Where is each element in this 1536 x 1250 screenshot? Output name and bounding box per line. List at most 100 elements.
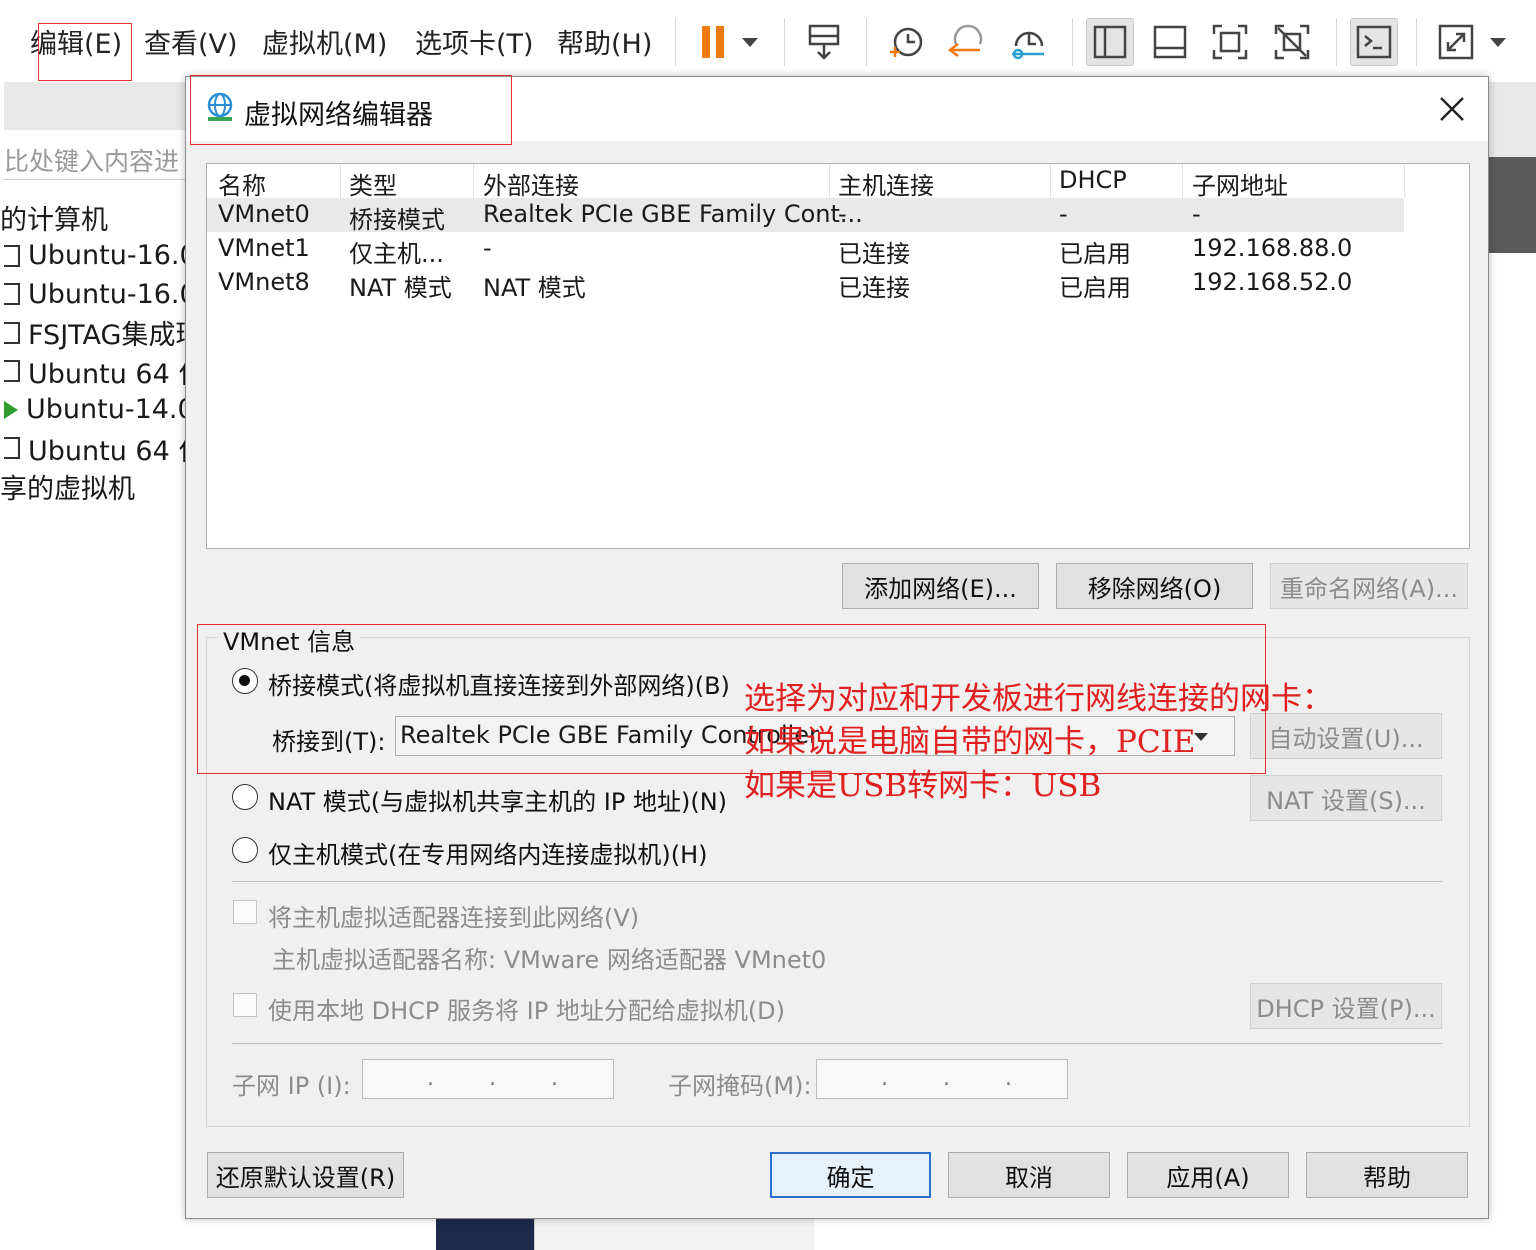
console-icon[interactable]	[1350, 18, 1398, 66]
column-header-type[interactable]: 类型	[349, 166, 397, 201]
sidebar-view-icon[interactable]	[1086, 18, 1134, 66]
column-header-name[interactable]: 名称	[218, 166, 266, 201]
thumbnail-view-icon[interactable]	[1146, 18, 1194, 66]
cell-type: 桥接模式	[349, 206, 445, 234]
annotation-box	[38, 23, 132, 81]
close-icon[interactable]	[1436, 93, 1468, 125]
cell-external: -	[483, 234, 492, 262]
library-item[interactable]: FSJTAG集成环	[0, 314, 186, 353]
cell-dhcp: -	[1059, 200, 1068, 228]
send-keys-icon[interactable]	[800, 18, 848, 66]
vm-icon	[4, 244, 20, 267]
library-search-input[interactable]: 比处键入内容进	[4, 140, 190, 180]
library-header	[4, 82, 190, 130]
pause-icon[interactable]	[688, 18, 736, 66]
use-dhcp-label: 使用本地 DHCP 服务将 IP 地址分配给虚拟机(D)	[268, 997, 786, 1025]
cell-type: 仅主机...	[349, 240, 444, 268]
background-panel	[436, 1218, 534, 1250]
toolbar-separator	[1416, 18, 1417, 66]
menu-vm[interactable]: 虚拟机(M)	[262, 22, 387, 61]
use-dhcp-checkbox[interactable]	[233, 993, 257, 1017]
host-only-radio[interactable]	[232, 837, 258, 863]
nat-settings-button[interactable]: NAT 设置(S)...	[1250, 775, 1442, 821]
vm-name: Ubuntu 64 位	[28, 358, 186, 390]
toolbar-separator	[1072, 18, 1073, 66]
revert-snapshot-icon[interactable]	[942, 18, 990, 66]
vm-icon	[4, 360, 20, 383]
nat-radio-label[interactable]: NAT 模式(与虚拟机共享主机的 IP 地址)(N)	[268, 782, 727, 817]
cell-external: Realtek PCIe GBE Family Cont...	[483, 200, 863, 228]
subnet-ip-label: 子网 IP (I):	[232, 1072, 351, 1100]
connect-adapter-checkbox[interactable]	[233, 900, 257, 924]
group-label: 的计算机	[0, 204, 108, 236]
help-button[interactable]: 帮助	[1306, 1152, 1468, 1198]
column-header-dhcp[interactable]: DHCP	[1059, 166, 1127, 194]
cell-name: VMnet8	[218, 268, 310, 296]
stretch-icon[interactable]	[1432, 18, 1480, 66]
menu-view[interactable]: 查看(V)	[144, 22, 238, 61]
dropdown-icon[interactable]	[730, 18, 770, 66]
group-label: 享的虚拟机	[0, 474, 135, 506]
dropdown-icon[interactable]	[1478, 18, 1518, 66]
background-panel	[534, 1218, 814, 1250]
library-tree: 的计算机 Ubuntu-16.0 Ubuntu-16.0 FSJTAG集成环 U…	[0, 198, 186, 506]
column-header-host[interactable]: 主机连接	[838, 166, 934, 201]
menu-tabs[interactable]: 选项卡(T)	[415, 22, 534, 61]
subnet-ip-input[interactable]: ...	[362, 1059, 614, 1099]
column-header-external[interactable]: 外部连接	[483, 166, 579, 201]
host-only-radio-label[interactable]: 仅主机模式(在专用网络内连接虚拟机)(H)	[268, 835, 708, 870]
table-row[interactable]: VMnet8 NAT 模式 NAT 模式 已连接 已启用 192.168.52.…	[207, 266, 1469, 302]
adapter-name-text: 主机虚拟适配器名称: VMware 网络适配器 VMnet0	[272, 946, 827, 974]
annotation-text: 选择为对应和开发板进行网线连接的网卡：	[744, 681, 1333, 717]
dhcp-settings-button[interactable]: DHCP 设置(P)...	[1250, 983, 1442, 1029]
subnet-mask-input[interactable]: ...	[816, 1059, 1068, 1099]
cell-dhcp: 已启用	[1059, 240, 1131, 268]
library-item[interactable]: Ubuntu 64 位	[0, 352, 186, 391]
column-divider	[1182, 164, 1183, 198]
auto-settings-button[interactable]: 自动设置(U)...	[1250, 713, 1442, 759]
apply-button[interactable]: 应用(A)	[1127, 1152, 1289, 1198]
nat-radio[interactable]	[232, 784, 258, 810]
snapshot-icon[interactable]	[882, 18, 930, 66]
library-item[interactable]: Ubuntu-16.0	[0, 237, 186, 276]
annotation-text: 如果说是电脑自带的网卡，PCIE	[744, 724, 1196, 760]
toolbar-separator	[784, 18, 785, 66]
library-item[interactable]: Ubuntu-16.0	[0, 275, 186, 314]
table-row[interactable]: VMnet1 仅主机... - 已连接 已启用 192.168.88.0	[207, 232, 1469, 268]
column-divider	[473, 164, 474, 198]
cell-name: VMnet0	[218, 200, 310, 228]
rename-network-button[interactable]: 重命名网络(A)...	[1270, 563, 1468, 609]
vm-icon	[4, 283, 20, 306]
table-row[interactable]: VMnet0 桥接模式 Realtek PCIe GBE Family Cont…	[207, 198, 1404, 234]
ok-button[interactable]: 确定	[770, 1152, 931, 1198]
vm-name: Ubuntu-16.0	[28, 240, 186, 272]
library-group-shared[interactable]: 享的虚拟机	[0, 468, 186, 507]
column-divider	[1050, 164, 1051, 198]
fullscreen-icon[interactable]	[1206, 18, 1254, 66]
remove-network-button[interactable]: 移除网络(O)	[1056, 563, 1253, 609]
column-divider	[1404, 164, 1405, 198]
library-group-my-computer[interactable]: 的计算机	[0, 198, 186, 237]
library-item[interactable]: Ubuntu 64 位	[0, 429, 186, 468]
column-header-subnet[interactable]: 子网地址	[1192, 166, 1288, 201]
vm-name: Ubuntu-16.0	[28, 278, 186, 310]
cell-subnet: -	[1192, 200, 1201, 228]
vm-icon	[4, 437, 20, 460]
vm-name: FSJTAG集成环	[28, 320, 186, 352]
annotation-text: 如果是USB转网卡：USB	[744, 768, 1102, 804]
cell-subnet: 192.168.52.0	[1192, 268, 1353, 296]
network-list[interactable]: 名称 类型 外部连接 主机连接 DHCP 子网地址 VMnet0 桥接模式 Re…	[206, 163, 1470, 549]
menu-help[interactable]: 帮助(H)	[557, 22, 652, 61]
column-divider	[340, 164, 341, 198]
add-network-button[interactable]: 添加网络(E)...	[842, 563, 1039, 609]
cell-dhcp: 已启用	[1059, 274, 1131, 302]
snapshot-manager-icon[interactable]	[1004, 18, 1052, 66]
restore-defaults-button[interactable]: 还原默认设置(R)	[207, 1152, 404, 1198]
menu-bar: 编辑(E) 查看(V) 虚拟机(M) 选项卡(T) 帮助(H)	[0, 0, 1536, 82]
unity-icon[interactable]	[1268, 18, 1316, 66]
vm-name: Ubuntu 64 位	[28, 435, 186, 467]
background-panel	[1488, 157, 1536, 253]
cancel-button[interactable]: 取消	[948, 1152, 1110, 1198]
library-item-running[interactable]: Ubuntu-14.0	[0, 391, 186, 430]
annotation-box	[190, 75, 512, 145]
